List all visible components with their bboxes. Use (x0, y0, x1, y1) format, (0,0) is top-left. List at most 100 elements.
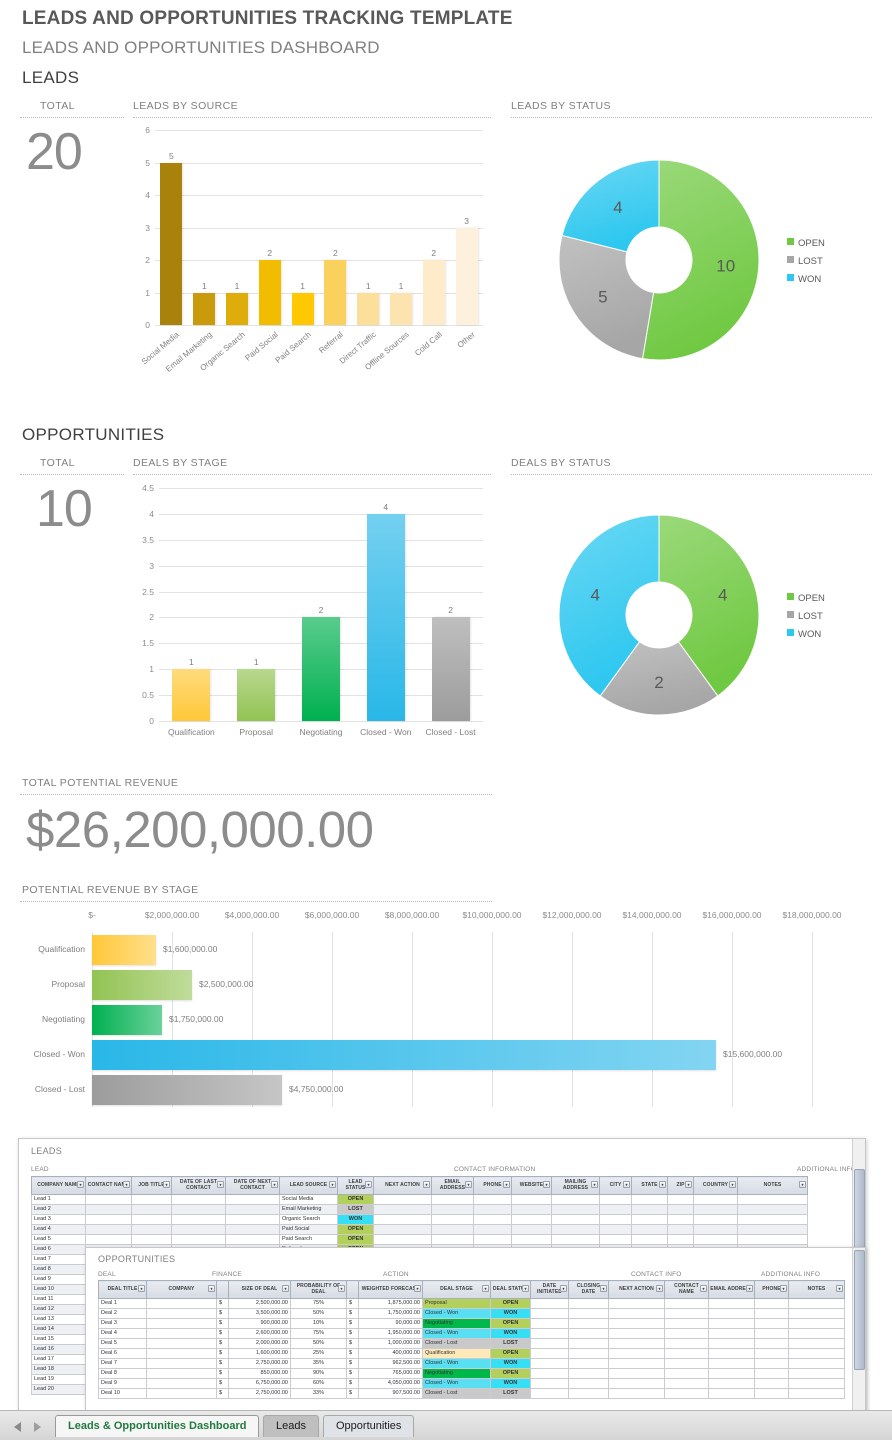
cell-currency-symbol[interactable]: $ (216, 1327, 229, 1339)
cell-probability-of-deal[interactable]: 50% (290, 1337, 347, 1349)
cell-contact-name[interactable] (664, 1367, 709, 1379)
cell-closing-date[interactable] (568, 1387, 609, 1399)
cell-deal-status[interactable]: OPEN (490, 1297, 531, 1309)
bar[interactable] (226, 292, 248, 325)
filter-dropdown-icon[interactable]: ▾ (329, 1181, 336, 1189)
cell-empty[interactable] (131, 1193, 172, 1205)
column-header[interactable]: EMAIL ADDRESS ▾ (708, 1280, 755, 1299)
opportunities-table-host[interactable]: DEAL TITLE ▾ COMPANY ▾ SIZE OF DEAL ▾ PROBABIL… (98, 1280, 845, 1399)
chart-revenue-by-stage[interactable]: $- $2,000,000.00 $4,000,000.00 $6,000,000.0… (20, 906, 872, 1121)
filter-dropdown-icon[interactable]: ▾ (780, 1285, 787, 1293)
cell-deal-stage[interactable]: Closed - Lost (422, 1387, 491, 1399)
cell-deal-stage[interactable]: Closed - Won (422, 1307, 491, 1319)
cell-empty[interactable] (171, 1203, 226, 1215)
tab-opportunities[interactable]: Opportunities (323, 1415, 415, 1437)
donut-slice[interactable] (641, 159, 760, 361)
column-header[interactable]: STATE ▾ (631, 1176, 668, 1195)
cell-deal-status[interactable]: OPEN (490, 1367, 531, 1379)
cell-phone[interactable] (754, 1387, 789, 1399)
cell-email-address[interactable] (708, 1357, 755, 1369)
legend-item[interactable]: WON (787, 629, 821, 640)
cell-size-of-deal[interactable]: 2,750,000.00 (228, 1357, 291, 1369)
cell-probability-of-deal[interactable]: 33% (290, 1387, 347, 1399)
cell-company-name[interactable]: Lead 9 (31, 1273, 86, 1285)
bar[interactable] (455, 227, 478, 325)
cell-notes[interactable] (788, 1297, 845, 1309)
column-header[interactable]: PHONE ▾ (473, 1176, 512, 1195)
cell-empty[interactable] (599, 1233, 632, 1245)
filter-dropdown-icon[interactable]: ▾ (591, 1181, 598, 1189)
cell-company-name[interactable]: Lead 18 (31, 1363, 86, 1375)
cell-empty[interactable] (693, 1233, 738, 1245)
cell-company-name[interactable]: Lead 12 (31, 1303, 86, 1315)
cell-next-action[interactable] (608, 1297, 665, 1309)
cell-empty[interactable] (667, 1203, 694, 1215)
cell-empty[interactable] (225, 1193, 280, 1205)
column-header[interactable]: PROBABILITY OF DEAL ▾ (290, 1280, 347, 1299)
cell-currency-symbol[interactable]: $ (346, 1347, 359, 1359)
cell-weighted-forecast[interactable]: 90,000.00 (358, 1317, 423, 1329)
cell-closing-date[interactable] (568, 1337, 609, 1349)
cell-next-action[interactable] (608, 1327, 665, 1339)
cell-contact-name[interactable] (664, 1317, 709, 1329)
cell-company[interactable] (146, 1337, 217, 1349)
cell-size-of-deal[interactable]: 2,500,000.00 (228, 1297, 291, 1309)
cell-company-name[interactable]: Lead 5 (31, 1233, 86, 1245)
column-header[interactable]: DATE INITIATED ▾ (530, 1280, 569, 1299)
cell-empty[interactable] (85, 1233, 132, 1245)
cell-company-name[interactable]: Lead 8 (31, 1263, 86, 1275)
cell-company-name[interactable]: Lead 19 (31, 1373, 86, 1385)
cell-empty[interactable] (373, 1193, 432, 1205)
column-header[interactable]: LEAD SOURCE ▾ (279, 1176, 338, 1195)
cell-contact-name[interactable] (664, 1327, 709, 1339)
table-row[interactable]: Lead 2 Email Marketing LOST (31, 1203, 808, 1215)
cell-notes[interactable] (788, 1387, 845, 1399)
cell-currency-symbol[interactable]: $ (216, 1307, 229, 1319)
cell-deal-stage[interactable]: Qualification (422, 1347, 491, 1359)
cell-closing-date[interactable] (568, 1357, 609, 1369)
cell-deal-status[interactable]: OPEN (490, 1317, 531, 1329)
cell-deal-title[interactable]: Deal 5 (98, 1337, 147, 1349)
table-row[interactable]: Deal 3 $900,000.00 10% $90,000.00 Negotiatin… (98, 1317, 845, 1329)
bar[interactable] (258, 260, 281, 325)
cell-deal-title[interactable]: Deal 1 (98, 1297, 147, 1309)
column-header[interactable]: NEXT ACTION ▾ (373, 1176, 432, 1195)
cell-empty[interactable] (431, 1193, 474, 1205)
scrollbar-thumb[interactable] (854, 1250, 865, 1370)
column-header[interactable]: DATE OF NEXT CONTACT ▾ (225, 1176, 280, 1195)
tab-leads-opportunities-dashboard[interactable]: Leads & Opportunities Dashboard (55, 1415, 260, 1437)
cell-notes[interactable] (788, 1337, 845, 1349)
cell-empty[interactable] (171, 1233, 226, 1245)
cell-deal-stage[interactable]: Closed - Won (422, 1327, 491, 1339)
filter-dropdown-icon[interactable]: ▾ (685, 1181, 692, 1189)
cell-empty[interactable] (431, 1233, 474, 1245)
cell-next-action[interactable] (608, 1317, 665, 1329)
cell-empty[interactable] (511, 1233, 552, 1245)
cell-empty[interactable] (171, 1223, 226, 1235)
cell-closing-date[interactable] (568, 1327, 609, 1339)
opportunities-sheet[interactable]: OPPORTUNITIES DEAL FINANCE ACTION CONTAC… (85, 1247, 866, 1413)
cell-lead-source[interactable]: Social Media (279, 1193, 338, 1205)
table-row[interactable]: Deal 8 $850,000.00 90% $765,000.00 Negotiati… (98, 1367, 845, 1379)
cell-currency-symbol[interactable]: $ (216, 1317, 229, 1329)
cell-contact-name[interactable] (664, 1337, 709, 1349)
cell-empty[interactable] (171, 1213, 226, 1225)
column-header[interactable]: COUNTRY ▾ (693, 1176, 738, 1195)
cell-empty[interactable] (667, 1223, 694, 1235)
cell-weighted-forecast[interactable]: 400,000.00 (358, 1347, 423, 1359)
cell-size-of-deal[interactable]: 2,000,000.00 (228, 1337, 291, 1349)
filter-dropdown-icon[interactable]: ▾ (465, 1181, 472, 1189)
chart-leads-by-source[interactable]: 0 1 2 3 4 5 6 5 Social Media 1 Email Marketing 1 Org… (133, 122, 491, 387)
filter-dropdown-icon[interactable]: ▾ (746, 1285, 753, 1293)
cell-empty[interactable] (737, 1193, 808, 1205)
opportunities-table[interactable]: DEAL TITLE ▾ COMPANY ▾ SIZE OF DEAL ▾ PROBABIL… (98, 1280, 845, 1399)
bar[interactable] (160, 162, 183, 325)
cell-phone[interactable] (754, 1367, 789, 1379)
cell-notes[interactable] (788, 1357, 845, 1369)
cell-date-initiated[interactable] (530, 1367, 569, 1379)
bar[interactable] (92, 1004, 162, 1035)
cell-next-action[interactable] (608, 1387, 665, 1399)
cell-empty[interactable] (693, 1193, 738, 1205)
cell-empty[interactable] (131, 1213, 172, 1225)
cell-contact-name[interactable] (664, 1357, 709, 1369)
